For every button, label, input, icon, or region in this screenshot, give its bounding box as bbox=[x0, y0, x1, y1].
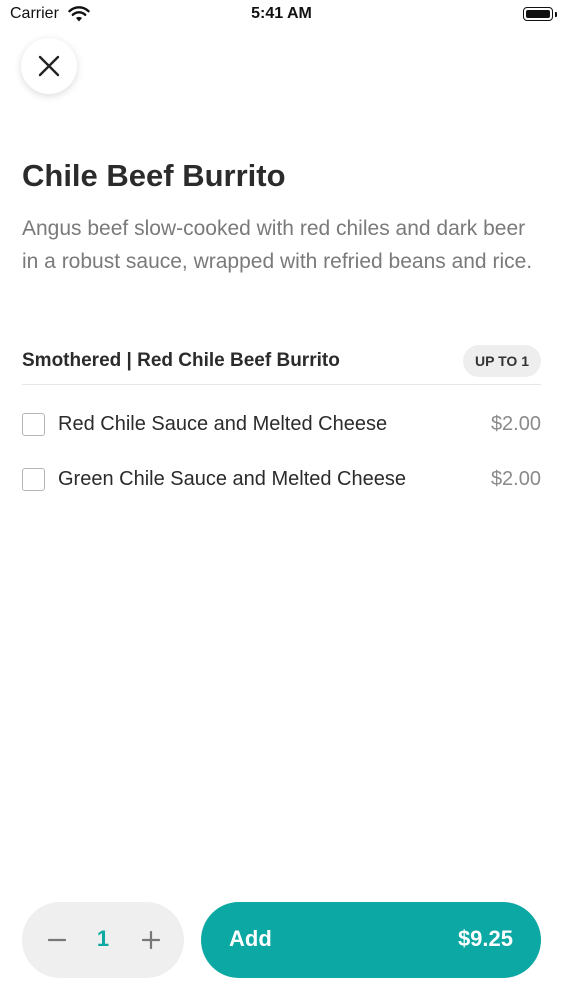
status-time: 5:41 AM bbox=[251, 5, 312, 22]
option-checkbox[interactable] bbox=[22, 413, 45, 436]
modifier-group-title: Smothered | Red Chile Beef Burrito bbox=[22, 350, 340, 371]
close-icon bbox=[38, 55, 60, 77]
add-button-price: $9.25 bbox=[457, 926, 513, 951]
modifier-option[interactable]: Red Chile Sauce and Melted Cheese $2.00 bbox=[22, 410, 541, 440]
status-bar: Carrier 5:41 AM bbox=[0, 0, 563, 30]
close-button[interactable] bbox=[21, 38, 77, 94]
battery-cap bbox=[555, 12, 557, 17]
modifier-option[interactable]: Green Chile Sauce and Melted Cheese $2.0… bbox=[22, 465, 541, 495]
option-price: $2.00 bbox=[490, 468, 541, 490]
option-label: Red Chile Sauce and Melted Cheese bbox=[58, 413, 388, 435]
modifier-group-header: Smothered | Red Chile Beef Burrito UP TO… bbox=[22, 344, 541, 385]
item-title: Chile Beef Burrito bbox=[22, 158, 286, 193]
plus-icon bbox=[142, 931, 160, 949]
add-button-label: Add bbox=[229, 926, 272, 951]
option-price: $2.00 bbox=[490, 413, 541, 435]
option-label: Green Chile Sauce and Melted Cheese bbox=[58, 468, 406, 490]
quantity-stepper: 1 bbox=[22, 902, 184, 978]
option-checkbox[interactable] bbox=[22, 468, 45, 491]
add-to-order-button[interactable]: Add $9.25 bbox=[201, 902, 541, 978]
item-description: Angus beef slow-cooked with red chiles a… bbox=[22, 217, 533, 273]
battery-icon bbox=[523, 7, 553, 21]
selection-limit-badge: UP TO 1 bbox=[463, 345, 541, 377]
increase-quantity-button[interactable] bbox=[126, 902, 176, 978]
